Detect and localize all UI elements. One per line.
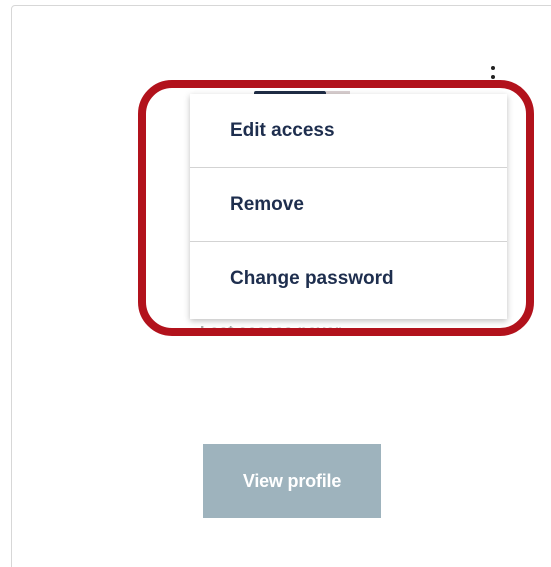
last-access-text: Last access never — [200, 326, 342, 340]
screen: Last access never Edit access Remove Cha… — [0, 0, 551, 567]
more-options-icon[interactable] — [486, 64, 500, 94]
view-profile-button[interactable]: View profile — [203, 444, 381, 518]
menu-item-label: Edit access — [230, 119, 335, 141]
menu-item-edit-access[interactable]: Edit access — [190, 94, 507, 168]
kebab-dot — [491, 66, 495, 70]
menu-item-label: Change password — [230, 268, 394, 289]
kebab-dot — [491, 84, 495, 88]
menu-item-remove[interactable]: Remove — [190, 168, 507, 242]
actions-dropdown-menu: Edit access Remove Change password — [190, 94, 507, 319]
menu-item-label: Remove — [230, 193, 304, 215]
kebab-dot — [491, 75, 495, 79]
menu-item-change-password[interactable]: Change password — [190, 242, 507, 316]
